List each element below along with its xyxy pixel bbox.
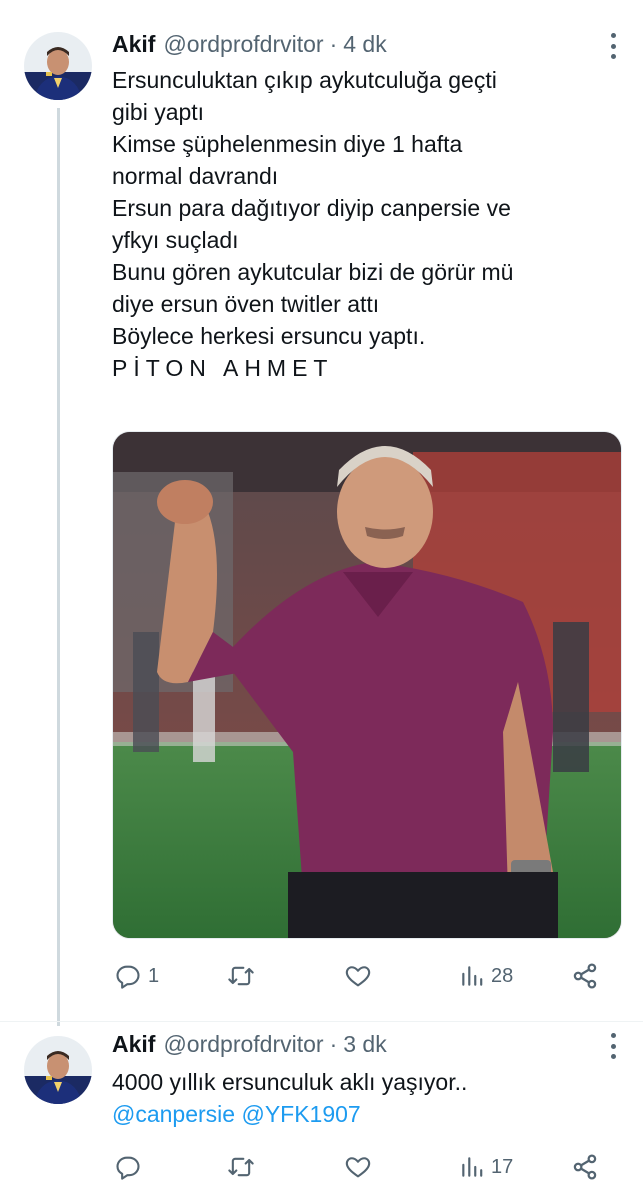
reply-button[interactable] (114, 1150, 148, 1184)
views-count: 17 (491, 1155, 514, 1178)
share-icon (570, 961, 600, 991)
views-button[interactable]: 17 (459, 1150, 513, 1184)
mention-link[interactable]: @YFK1907 (241, 1101, 360, 1127)
reply-count: 1 (148, 964, 160, 987)
tweet-actions: 17 (112, 1150, 612, 1184)
tweet-header: Akif @ordprofdrvitor · 3 dk (112, 1031, 387, 1058)
retweet-icon (227, 962, 255, 990)
author-handle[interactable]: @ordprofdrvitor (163, 1031, 323, 1058)
reply-icon (114, 962, 142, 990)
tweet-text: Ersunculuktan çıkıp aykutculuğa geçti gi… (112, 64, 612, 384)
thread-line (57, 108, 60, 1026)
like-button[interactable] (344, 1150, 378, 1184)
reply-button[interactable]: 1 (114, 959, 159, 993)
tweet-text-line: gibi yaptı (112, 99, 205, 125)
more-icon[interactable] (609, 1033, 617, 1059)
heart-icon (344, 1153, 372, 1181)
reply-icon (114, 1153, 142, 1181)
tweet-text-line: yfkyı suçladı (112, 227, 239, 253)
author-name[interactable]: Akif (112, 31, 155, 58)
tweet-text-line: Kimse şüphelenmesin diye 1 hafta (112, 131, 463, 157)
tweet-text-line: normal davrandı (112, 163, 279, 189)
heart-icon (344, 962, 372, 990)
retweet-button[interactable] (227, 1150, 261, 1184)
tweet-text: 4000 yıllık ersunculuk aklı yaşıyor.. @c… (112, 1066, 612, 1130)
like-button[interactable] (344, 959, 378, 993)
tweet-text-line: Ersun para dağıtıyor diyip canpersie ve (112, 195, 511, 221)
views-icon (459, 1154, 485, 1180)
timestamp[interactable]: 3 dk (343, 1031, 386, 1058)
tweet-header: Akif @ordprofdrvitor · 4 dk (112, 31, 387, 58)
share-button[interactable] (570, 959, 600, 993)
tweet-text-line: PİTON AHMET (112, 355, 334, 381)
tweet-photo[interactable] (112, 431, 622, 939)
avatar[interactable] (24, 32, 92, 100)
share-button[interactable] (570, 1150, 600, 1184)
author-name[interactable]: Akif (112, 1031, 155, 1058)
tweet-text-line: Ersunculuktan çıkıp aykutculuğa geçti (112, 67, 497, 93)
more-icon[interactable] (609, 33, 617, 59)
views-count: 28 (491, 964, 514, 987)
avatar[interactable] (24, 1036, 92, 1104)
mentions-line: @canpersie @YFK1907 (112, 1098, 612, 1130)
tweet-text-line: diye ersun öven twitler attı (112, 291, 380, 317)
views-button[interactable]: 28 (459, 959, 513, 993)
tweet-text-line: Bunu gören aykutcular bizi de görür mü (112, 259, 514, 285)
retweet-button[interactable] (227, 959, 261, 993)
tweet-text-line: Böylece herkesi ersuncu yaptı. (112, 323, 426, 349)
tweet-divider (0, 1021, 643, 1022)
views-icon (459, 963, 485, 989)
tweet-text-line: 4000 yıllık ersunculuk aklı yaşıyor.. (112, 1069, 468, 1095)
timestamp[interactable]: 4 dk (343, 31, 386, 58)
share-icon (570, 1152, 600, 1182)
mention-link[interactable]: @canpersie (112, 1101, 235, 1127)
separator-dot: · (329, 31, 338, 57)
separator-dot: · (329, 1031, 338, 1057)
retweet-icon (227, 1153, 255, 1181)
tweet-actions: 1 28 (112, 959, 612, 993)
author-handle[interactable]: @ordprofdrvitor (163, 31, 323, 58)
